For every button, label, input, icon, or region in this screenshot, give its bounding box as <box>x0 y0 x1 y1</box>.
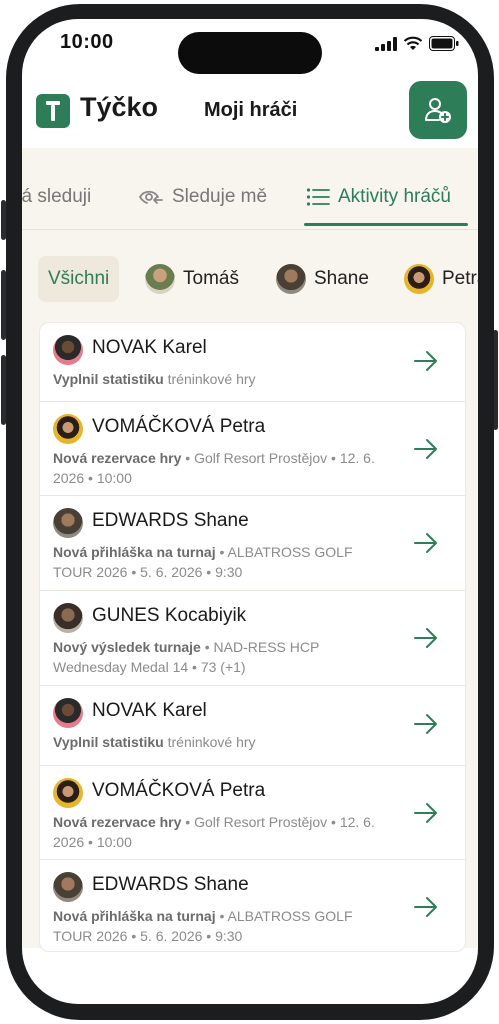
chip-label: Všichni <box>48 268 110 289</box>
avatar <box>53 335 83 365</box>
wifi-icon <box>403 36 423 50</box>
app-header: Týčko Moji hráči <box>22 72 478 148</box>
activity-detail: tréninkové hry <box>163 371 256 387</box>
tab-label: Já sleduji <box>22 186 92 207</box>
tab-label: Sleduje mě <box>172 186 268 207</box>
activity-description: Nová přihláška na turnaj • ALBATROSS GOL… <box>53 906 393 946</box>
status-time: 10:00 <box>60 31 114 53</box>
avatar <box>145 264 175 294</box>
arrow-right-icon <box>414 439 437 459</box>
status-icons <box>375 36 459 51</box>
chip-player[interactable]: Petra <box>404 256 478 302</box>
activity-type: Vyplnil statistiku <box>53 371 164 387</box>
arrow-right-icon <box>414 533 437 553</box>
avatar <box>53 508 83 538</box>
list-icon <box>306 188 330 206</box>
avatar <box>53 778 83 808</box>
add-player-button[interactable] <box>409 81 467 139</box>
avatar <box>404 264 434 294</box>
active-tab-indicator <box>304 223 468 226</box>
chip-all[interactable]: Všichni <box>38 256 120 302</box>
add-user-icon <box>425 98 451 123</box>
activity-type: Nová rezervace hry <box>53 814 182 830</box>
arrow-right-icon <box>414 897 437 917</box>
dynamic-island <box>178 32 322 74</box>
activity-description: Nový výsledek turnaje • NAD-RESS HCP Wed… <box>53 637 393 677</box>
tab-label: Aktivity hráčů <box>338 186 451 207</box>
activity-type: Nový výsledek turnaje <box>53 639 201 655</box>
page-title: Moji hráči <box>204 99 298 121</box>
app-logo-text: Týčko <box>80 92 159 122</box>
eye-follow-icon <box>139 190 163 204</box>
app-logo-icon <box>36 94 70 128</box>
avatar <box>53 603 83 633</box>
activity-type: Vyplnil statistiku <box>53 734 164 750</box>
activity-description: Nová přihláška na turnaj • ALBATROSS GOL… <box>53 542 393 582</box>
avatar <box>53 414 83 444</box>
tab-following[interactable]: Já sleduji <box>22 186 91 208</box>
player-name: EDWARDS Shane <box>92 874 249 895</box>
avatar <box>53 698 83 728</box>
battery-icon <box>429 36 459 51</box>
chip-player[interactable]: Tomáš <box>145 256 239 302</box>
chip-label: Tomáš <box>183 268 239 289</box>
tab-bar: Já sleduji Sleduje mě Aktivity hráčů <box>22 170 478 230</box>
arrow-right-icon <box>414 351 437 371</box>
list-item[interactable]: EDWARDS Shane Nová přihláška na turnaj •… <box>40 860 465 951</box>
activity-description: Nová rezervace hry • Golf Resort Prostěj… <box>53 812 393 852</box>
list-item[interactable]: EDWARDS Shane Nová přihláška na turnaj •… <box>40 496 465 591</box>
tab-player-activities[interactable]: Aktivity hráčů <box>306 186 451 208</box>
activity-type: Nová přihláška na turnaj <box>53 544 216 560</box>
activity-description: Vyplnil statistiku tréninkové hry <box>53 369 393 389</box>
arrow-right-icon <box>414 628 437 648</box>
avatar <box>53 872 83 902</box>
player-name: NOVAK Karel <box>92 337 207 358</box>
player-name: VOMÁČKOVÁ Petra <box>92 780 266 801</box>
player-name: GUNES Kocabiyik <box>92 605 247 626</box>
list-item[interactable]: GUNES Kocabiyik Nový výsledek turnaje • … <box>40 591 465 686</box>
chip-player[interactable]: Shane <box>276 256 369 302</box>
player-name: VOMÁČKOVÁ Petra <box>92 416 266 437</box>
activity-description: Vyplnil statistiku tréninkové hry <box>53 732 393 752</box>
player-name: EDWARDS Shane <box>92 510 249 531</box>
activity-list: NOVAK Karel Vyplnil statistiku tréninkov… <box>39 322 466 952</box>
activity-description: Nová rezervace hry • Golf Resort Prostěj… <box>53 448 393 488</box>
chip-label: Petra <box>442 268 478 289</box>
arrow-right-icon <box>414 803 437 823</box>
player-filter-chips: Všichni Tomáš Shane Petra <box>22 256 478 306</box>
avatar <box>276 264 306 294</box>
tab-followers[interactable]: Sleduje mě <box>138 186 267 208</box>
chip-label: Shane <box>314 268 369 289</box>
player-name: NOVAK Karel <box>92 700 207 721</box>
activity-type: Nová přihláška na turnaj <box>53 908 216 924</box>
list-item[interactable]: VOMÁČKOVÁ Petra Nová rezervace hry • Gol… <box>40 402 465 496</box>
list-item[interactable]: NOVAK Karel Vyplnil statistiku tréninkov… <box>40 323 465 402</box>
activity-type: Nová rezervace hry <box>53 450 182 466</box>
arrow-right-icon <box>414 714 437 734</box>
cellular-signal-icon <box>375 36 397 51</box>
activity-detail: tréninkové hry <box>163 734 256 750</box>
list-item[interactable]: VOMÁČKOVÁ Petra Nová rezervace hry • Gol… <box>40 766 465 860</box>
list-item[interactable]: NOVAK Karel Vyplnil statistiku tréninkov… <box>40 686 465 766</box>
